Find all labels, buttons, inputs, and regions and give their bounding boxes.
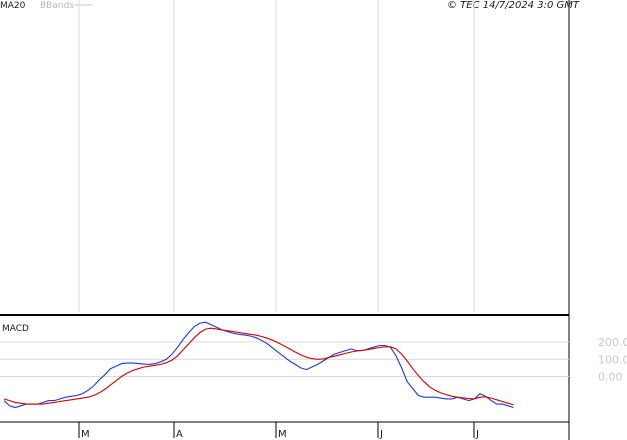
macd-series [3,321,514,409]
macd-tick-label: 200.00 [598,336,627,349]
macd-line [3,321,514,409]
month-label: J [379,429,383,440]
price-panel: 400045005000550060006500 56394312 [78,0,475,312]
copyright-timestamp: © TEC 14/7/2024 3:0 GMT [447,0,580,11]
macd-panel: MACD 200.00 100.00 0.00 [0,321,627,409]
legend: MA20 BBands © TEC 14/7/2024 3:0 GMT [0,0,580,11]
price-grid [78,0,475,312]
month-label: M [81,429,90,440]
legend-bbands: BBands [40,1,74,11]
month-label: A [176,429,183,440]
signal-line [3,327,514,406]
macd-y-ticks: 200.00 100.00 0.00 [598,336,627,383]
macd-label: MACD [2,324,29,334]
macd-grid [0,341,569,377]
month-label: M [278,429,287,440]
stock-chart: MA20 BBands © TEC 14/7/2024 3:0 GMT 4000… [0,0,627,440]
macd-tick-label: 0.00 [598,371,623,384]
month-label: J [475,429,479,440]
x-axis: MAMJJ [0,421,569,440]
legend-ma20: MA20 [0,1,26,11]
macd-tick-label: 100.00 [598,353,627,366]
